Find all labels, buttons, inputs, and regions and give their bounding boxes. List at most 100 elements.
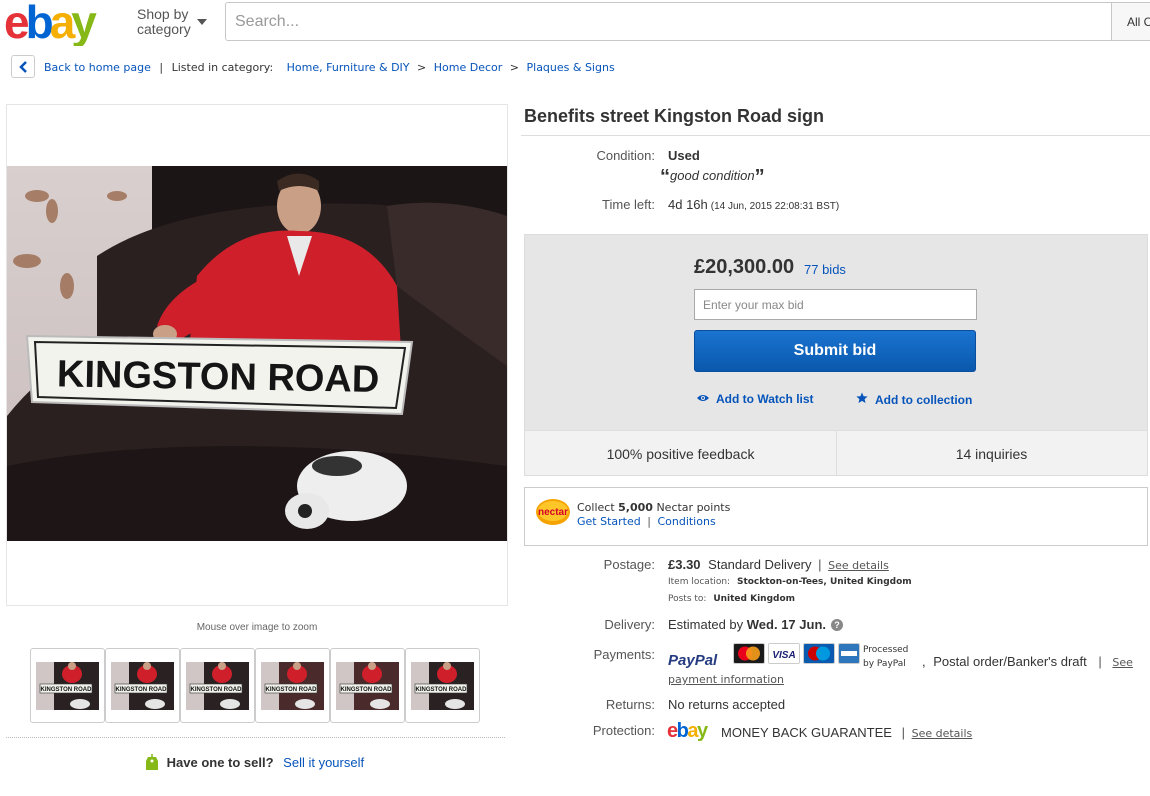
nectar-logo: nectar — [536, 499, 570, 525]
posts-to-value: United Kingdom — [713, 594, 796, 604]
chevron-left-icon — [19, 61, 27, 73]
posts-to-label: Posts to: — [668, 594, 707, 604]
item-location: Item location: Stockton-on-Tees, United … — [668, 577, 912, 587]
condition-value: Used — [668, 148, 700, 163]
nectar-get-started-link[interactable]: Get Started — [577, 515, 641, 528]
postage-see-details-link[interactable]: See details — [828, 559, 889, 572]
delivery-label: Delivery: — [604, 617, 655, 632]
mastercard-icon — [733, 643, 765, 664]
thumbnail-image: KINGSTON ROAD — [336, 662, 399, 710]
shop-by-category-button[interactable]: Shop by category — [137, 6, 207, 37]
item-location-value: Stockton-on-Tees, United Kingdom — [736, 577, 912, 587]
back-to-home-link[interactable]: Back to home page — [44, 61, 151, 74]
thumbnail-5[interactable]: KINGSTON ROAD — [330, 648, 405, 723]
sign-text: KINGSTON ROAD — [57, 353, 380, 401]
thumbnail-4[interactable]: KINGSTON ROAD — [255, 648, 330, 723]
divider — [521, 135, 1150, 136]
svg-text:KINGSTON ROAD: KINGSTON ROAD — [266, 687, 318, 693]
protection-see-details-link[interactable]: See details — [912, 727, 973, 740]
thumbnail-3[interactable]: KINGSTON ROAD — [180, 648, 255, 723]
nectar-text: Collect 5,000 Nectar points Get Started … — [577, 501, 731, 528]
nectar-points-label: Nectar points — [652, 501, 731, 514]
star-icon — [856, 392, 868, 407]
condition-note: “good condition” — [660, 166, 765, 188]
eye-icon — [697, 392, 709, 406]
time-left-value: 4d 16h (14 Jun, 2015 22:08:31 BST) — [668, 197, 839, 212]
thumbnail-2[interactable]: KINGSTON ROAD — [105, 648, 180, 723]
maestro-icon — [803, 643, 835, 664]
search-input[interactable] — [226, 3, 1111, 40]
thumbnail-1[interactable]: KINGSTON ROAD — [30, 648, 105, 723]
sell-it-yourself-link[interactable]: Sell it yourself — [283, 755, 364, 770]
see-payment-link[interactable]: See — [1112, 656, 1133, 669]
visa-icon: VISA — [768, 643, 800, 664]
payment-information-link[interactable]: payment information — [668, 673, 784, 686]
posts-to: Posts to: United Kingdom — [668, 594, 795, 604]
current-price: £20,300.00 — [694, 256, 795, 278]
postal-order-label: Postal order/Banker's draft — [933, 654, 1087, 669]
thumbnail-image: KINGSTON ROAD — [261, 662, 324, 710]
main-item-photo[interactable]: KINGSTON ROAD — [7, 166, 507, 541]
zoom-hint: Mouse over image to zoom — [196, 622, 318, 633]
shop-by-label: Shop by — [137, 6, 189, 22]
category-label: category — [137, 21, 191, 37]
returns-label: Returns: — [605, 697, 655, 712]
breadcrumb-separator: > — [417, 61, 427, 74]
delivery-date: Wed. 17 Jun. — [746, 617, 826, 632]
thumbnail-image: KINGSTON ROAD — [411, 662, 474, 710]
thumbnail-image: KINGSTON ROAD — [36, 662, 99, 710]
item-title: Benefits street Kingston Road sign — [524, 106, 825, 126]
seller-stats: 100% positive feedback 14 inquiries — [525, 430, 1147, 476]
breadcrumb-item-home-furniture[interactable]: Home, Furniture & DIY — [287, 61, 410, 74]
back-button[interactable] — [11, 55, 35, 78]
svg-text:KINGSTON ROAD: KINGSTON ROAD — [41, 687, 93, 693]
category-select[interactable]: All C — [1111, 3, 1150, 40]
ebay-logo[interactable]: ebay — [4, 0, 126, 46]
listed-in-label: Listed in category: — [171, 61, 274, 74]
svg-text:VISA: VISA — [772, 650, 795, 661]
delivery-value: Estimated by Wed. 17 Jun.? — [668, 617, 843, 632]
add-to-collection-link[interactable]: Add to collection — [856, 392, 972, 407]
max-bid-input[interactable] — [694, 289, 977, 320]
svg-text:KINGSTON ROAD: KINGSTON ROAD — [191, 687, 243, 693]
payments-label: Payments: — [593, 647, 655, 662]
breadcrumb-separator: > — [509, 61, 519, 74]
image-viewer[interactable]: KINGSTON ROAD — [6, 104, 508, 606]
thumbnail-6[interactable]: KINGSTON ROAD — [405, 648, 480, 723]
svg-text:nectar: nectar — [538, 507, 568, 518]
postage-price: £3.30 — [668, 557, 701, 572]
search-bar: All C — [225, 2, 1150, 41]
nectar-points: 5,000 — [618, 501, 653, 514]
thumbnail-image: KINGSTON ROAD — [186, 662, 249, 710]
have-one-to-sell-label: Have one to sell? — [166, 755, 274, 770]
postage-method: Standard Delivery — [708, 557, 812, 572]
have-one-to-sell: Have one to sell? Sell it yourself — [145, 753, 364, 771]
nectar-conditions-link[interactable]: Conditions — [657, 515, 715, 528]
amex-icon — [838, 643, 860, 664]
bid-count-link[interactable]: 77 bids — [804, 262, 846, 277]
other-payments: , Postal order/Banker's draft | See — [922, 654, 1133, 669]
breadcrumb-item-home-decor[interactable]: Home Decor — [434, 61, 503, 74]
processed-line-1: Processed — [863, 645, 909, 655]
condition-label: Condition: — [596, 148, 655, 163]
svg-text:KINGSTON ROAD: KINGSTON ROAD — [341, 687, 393, 693]
price-tag-icon — [146, 754, 158, 770]
add-to-collection-label: Add to collection — [875, 393, 973, 407]
end-time: (14 Jun, 2015 22:08:31 BST) — [710, 201, 840, 212]
breadcrumb-item-plaques-signs[interactable]: Plaques & Signs — [527, 61, 615, 74]
svg-text:KINGSTON ROAD: KINGSTON ROAD — [416, 687, 468, 693]
help-icon[interactable]: ? — [831, 619, 843, 631]
delivery-prefix: Estimated by — [668, 617, 747, 632]
time-left-label: Time left: — [602, 197, 655, 212]
add-to-watch-list-link[interactable]: Add to Watch list — [697, 392, 814, 406]
paypal-logo: PayPal — [668, 652, 718, 668]
nectar-collect-label: Collect — [577, 501, 619, 514]
thumbnail-image: KINGSTON ROAD — [111, 662, 174, 710]
postage-label: Postage: — [603, 557, 655, 572]
submit-bid-button[interactable]: Submit bid — [694, 330, 976, 372]
item-location-label: Item location: — [668, 577, 731, 587]
postage-value: £3.30 Standard Delivery | See details — [668, 557, 889, 572]
svg-text:ebay: ebay — [667, 720, 709, 742]
ebay-mbg-logo: ebay — [667, 720, 710, 742]
svg-text:ebay: ebay — [4, 0, 97, 46]
